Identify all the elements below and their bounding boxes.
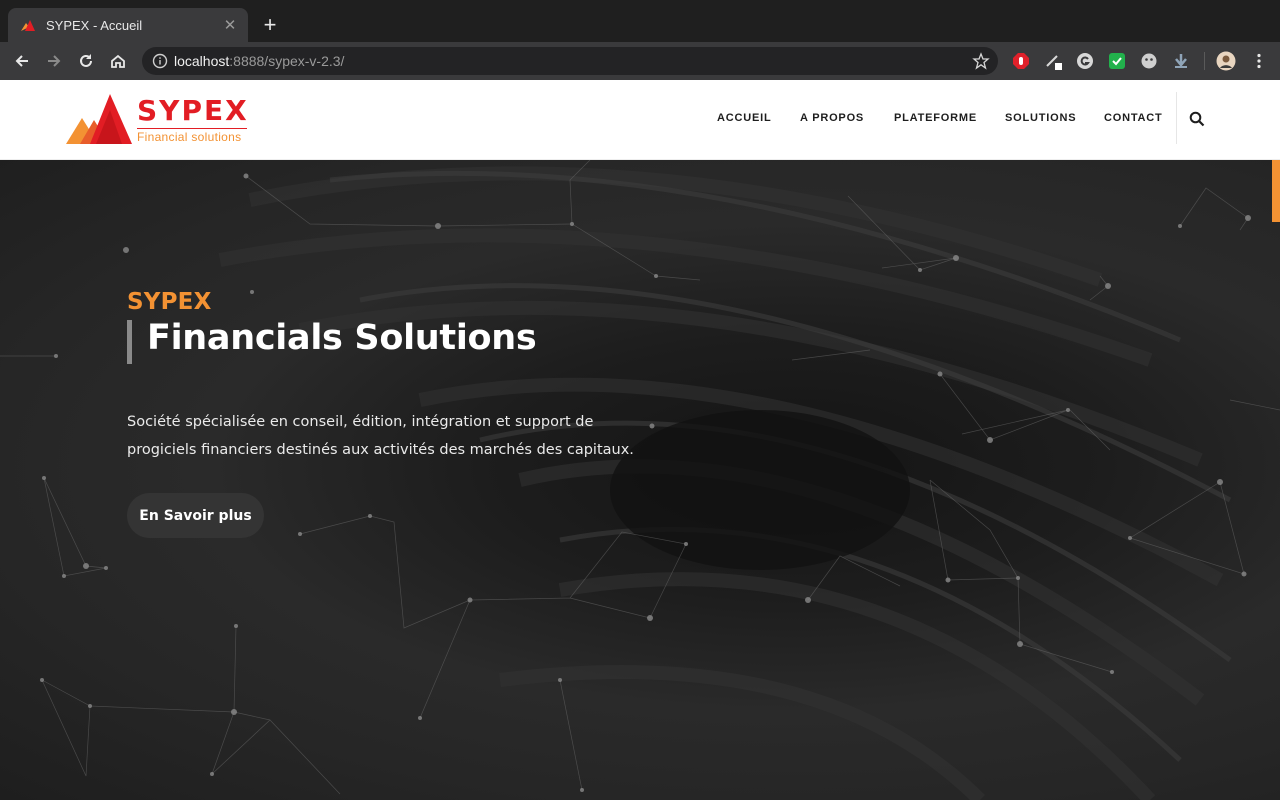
nav-item-contact[interactable]: CONTACT (1104, 112, 1163, 124)
scroll-indicator[interactable] (1272, 160, 1280, 222)
main-nav: ACCUEIL A PROPOS PLATEFORME SOLUTIONS CO… (0, 112, 1280, 128)
hero-title: Financials Solutions (147, 318, 537, 358)
forward-button[interactable] (42, 49, 66, 73)
nav-item-accueil[interactable]: ACCUEIL (717, 112, 772, 124)
hero-description: Société spécialisée en conseil, édition,… (127, 408, 647, 464)
reload-button[interactable] (74, 49, 98, 73)
new-tab-button[interactable]: + (257, 12, 283, 38)
logo-underline (137, 128, 247, 129)
browser-tab[interactable]: SYPEX - Accueil ✕ (8, 8, 248, 42)
hero-title-accent-bar (127, 320, 132, 364)
nav-item-solutions[interactable]: SOLUTIONS (1005, 112, 1076, 124)
hero-section: SYPEX Financials Solutions Société spéci… (0, 160, 1280, 800)
g-extension-icon[interactable] (1076, 52, 1094, 70)
url-path: :8888/sypex-v-2.3/ (229, 53, 345, 69)
reload-icon (80, 54, 92, 67)
search-icon[interactable] (1189, 111, 1205, 127)
profile-avatar-icon[interactable] (1216, 51, 1236, 71)
toolbar-divider (1204, 52, 1205, 70)
tab-close-icon[interactable]: ✕ (222, 16, 238, 34)
back-icon (15, 55, 28, 67)
browser-tab-strip: SYPEX - Accueil ✕ + (0, 0, 1280, 42)
logo-tagline: Financial solutions (137, 130, 242, 144)
download-extension-icon[interactable] (1172, 52, 1190, 70)
star-icon[interactable] (972, 52, 990, 70)
face-extension-icon[interactable] (1140, 52, 1158, 70)
nav-item-plateforme[interactable]: PLATEFORME (894, 112, 977, 124)
nav-divider (1176, 92, 1177, 144)
forward-icon (48, 55, 61, 67)
adblock-extension-icon[interactable] (1012, 52, 1030, 70)
home-button[interactable] (106, 49, 130, 73)
tab-title: SYPEX - Accueil (46, 17, 143, 33)
sypex-favicon-icon (21, 20, 35, 31)
back-button[interactable] (10, 49, 34, 73)
learn-more-button[interactable]: En Savoir plus (127, 493, 264, 538)
address-bar[interactable]: localhost:8888/sypex-v-2.3/ (142, 47, 998, 75)
hero-eyebrow: SYPEX (127, 289, 212, 315)
pen-extension-icon[interactable] (1044, 52, 1062, 70)
kebab-menu-icon[interactable] (1250, 52, 1268, 70)
site-header: SYPEX Financial solutions ACCUEIL A PROP… (0, 80, 1280, 160)
web-page: SYPEX Financial solutions ACCUEIL A PROP… (0, 80, 1280, 800)
hero-background-art (0, 160, 1280, 800)
nav-item-a-propos[interactable]: A PROPOS (800, 112, 864, 124)
hero-description-line-1: Société spécialisée en conseil, édition,… (127, 414, 594, 430)
url-host: localhost (174, 53, 230, 69)
home-icon (111, 54, 125, 68)
info-icon[interactable] (152, 53, 168, 69)
shield-extension-icon[interactable] (1108, 52, 1126, 70)
hero-description-line-2: progiciels financiers destinés aux activ… (127, 442, 634, 458)
browser-toolbar: localhost:8888/sypex-v-2.3/ (0, 42, 1280, 80)
